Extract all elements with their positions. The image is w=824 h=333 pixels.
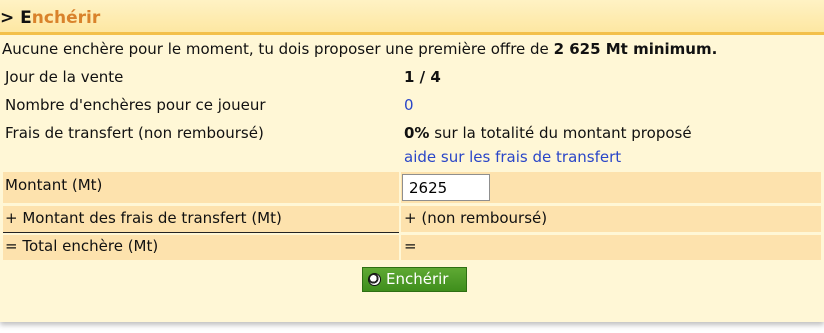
total-separator-line: [3, 232, 399, 233]
sale-day-value: 1 / 4: [404, 68, 441, 86]
transfer-fee-label: Frais de transfert (non remboursé): [5, 124, 264, 142]
intro-minimum-amount: 2 625 Mt minimum.: [553, 40, 718, 58]
intro-message: Aucune enchère pour le moment, tu dois p…: [2, 40, 717, 58]
sale-day-label: Jour de la vente: [5, 68, 124, 86]
amount-input[interactable]: [402, 174, 490, 201]
bid-count-link[interactable]: 0: [404, 96, 414, 114]
bid-submit-button[interactable]: Enchérir: [362, 267, 467, 292]
transfer-fee-row: Frais de transfert (non remboursé) 0% su…: [0, 124, 824, 168]
fees-row-divider: [399, 206, 401, 232]
transfer-fee-value: 0% sur la totalité du montant proposé: [404, 124, 692, 142]
panel-title: > Enchérir: [0, 8, 100, 28]
fees-row: + Montant des frais de transfert (Mt) + …: [3, 206, 821, 232]
amount-label: Montant (Mt): [5, 176, 103, 194]
title-first-letter: E: [20, 8, 32, 28]
soccer-ball-icon: [368, 273, 381, 286]
transfer-fee-percent: 0%: [404, 124, 430, 142]
bid-submit-label: Enchérir: [386, 270, 449, 288]
fees-value: + (non remboursé): [404, 209, 548, 227]
transfer-fee-text: sur la totalité du montant proposé: [429, 124, 692, 142]
sale-day-row: Jour de la vente 1 / 4: [0, 68, 824, 88]
total-label: = Total enchère (Mt): [5, 237, 159, 255]
fees-label: + Montant des frais de transfert (Mt): [5, 209, 282, 227]
bid-count-row: Nombre d'enchères pour ce joueur 0: [0, 96, 824, 116]
intro-text: Aucune enchère pour le moment, tu dois p…: [2, 40, 554, 58]
total-value: =: [404, 237, 417, 255]
title-rest: nchérir: [31, 8, 101, 28]
transfer-fee-help-link[interactable]: aide sur les frais de transfert: [404, 148, 621, 166]
bid-count-label: Nombre d'enchères pour ce joueur: [5, 96, 266, 114]
bid-panel: > Enchérir Aucune enchère pour le moment…: [0, 0, 824, 322]
amount-row-divider: [399, 172, 401, 203]
panel-header: > Enchérir: [0, 0, 824, 35]
total-row-divider: [399, 235, 401, 260]
total-row: = Total enchère (Mt) =: [3, 235, 821, 260]
title-prefix: >: [0, 8, 21, 28]
